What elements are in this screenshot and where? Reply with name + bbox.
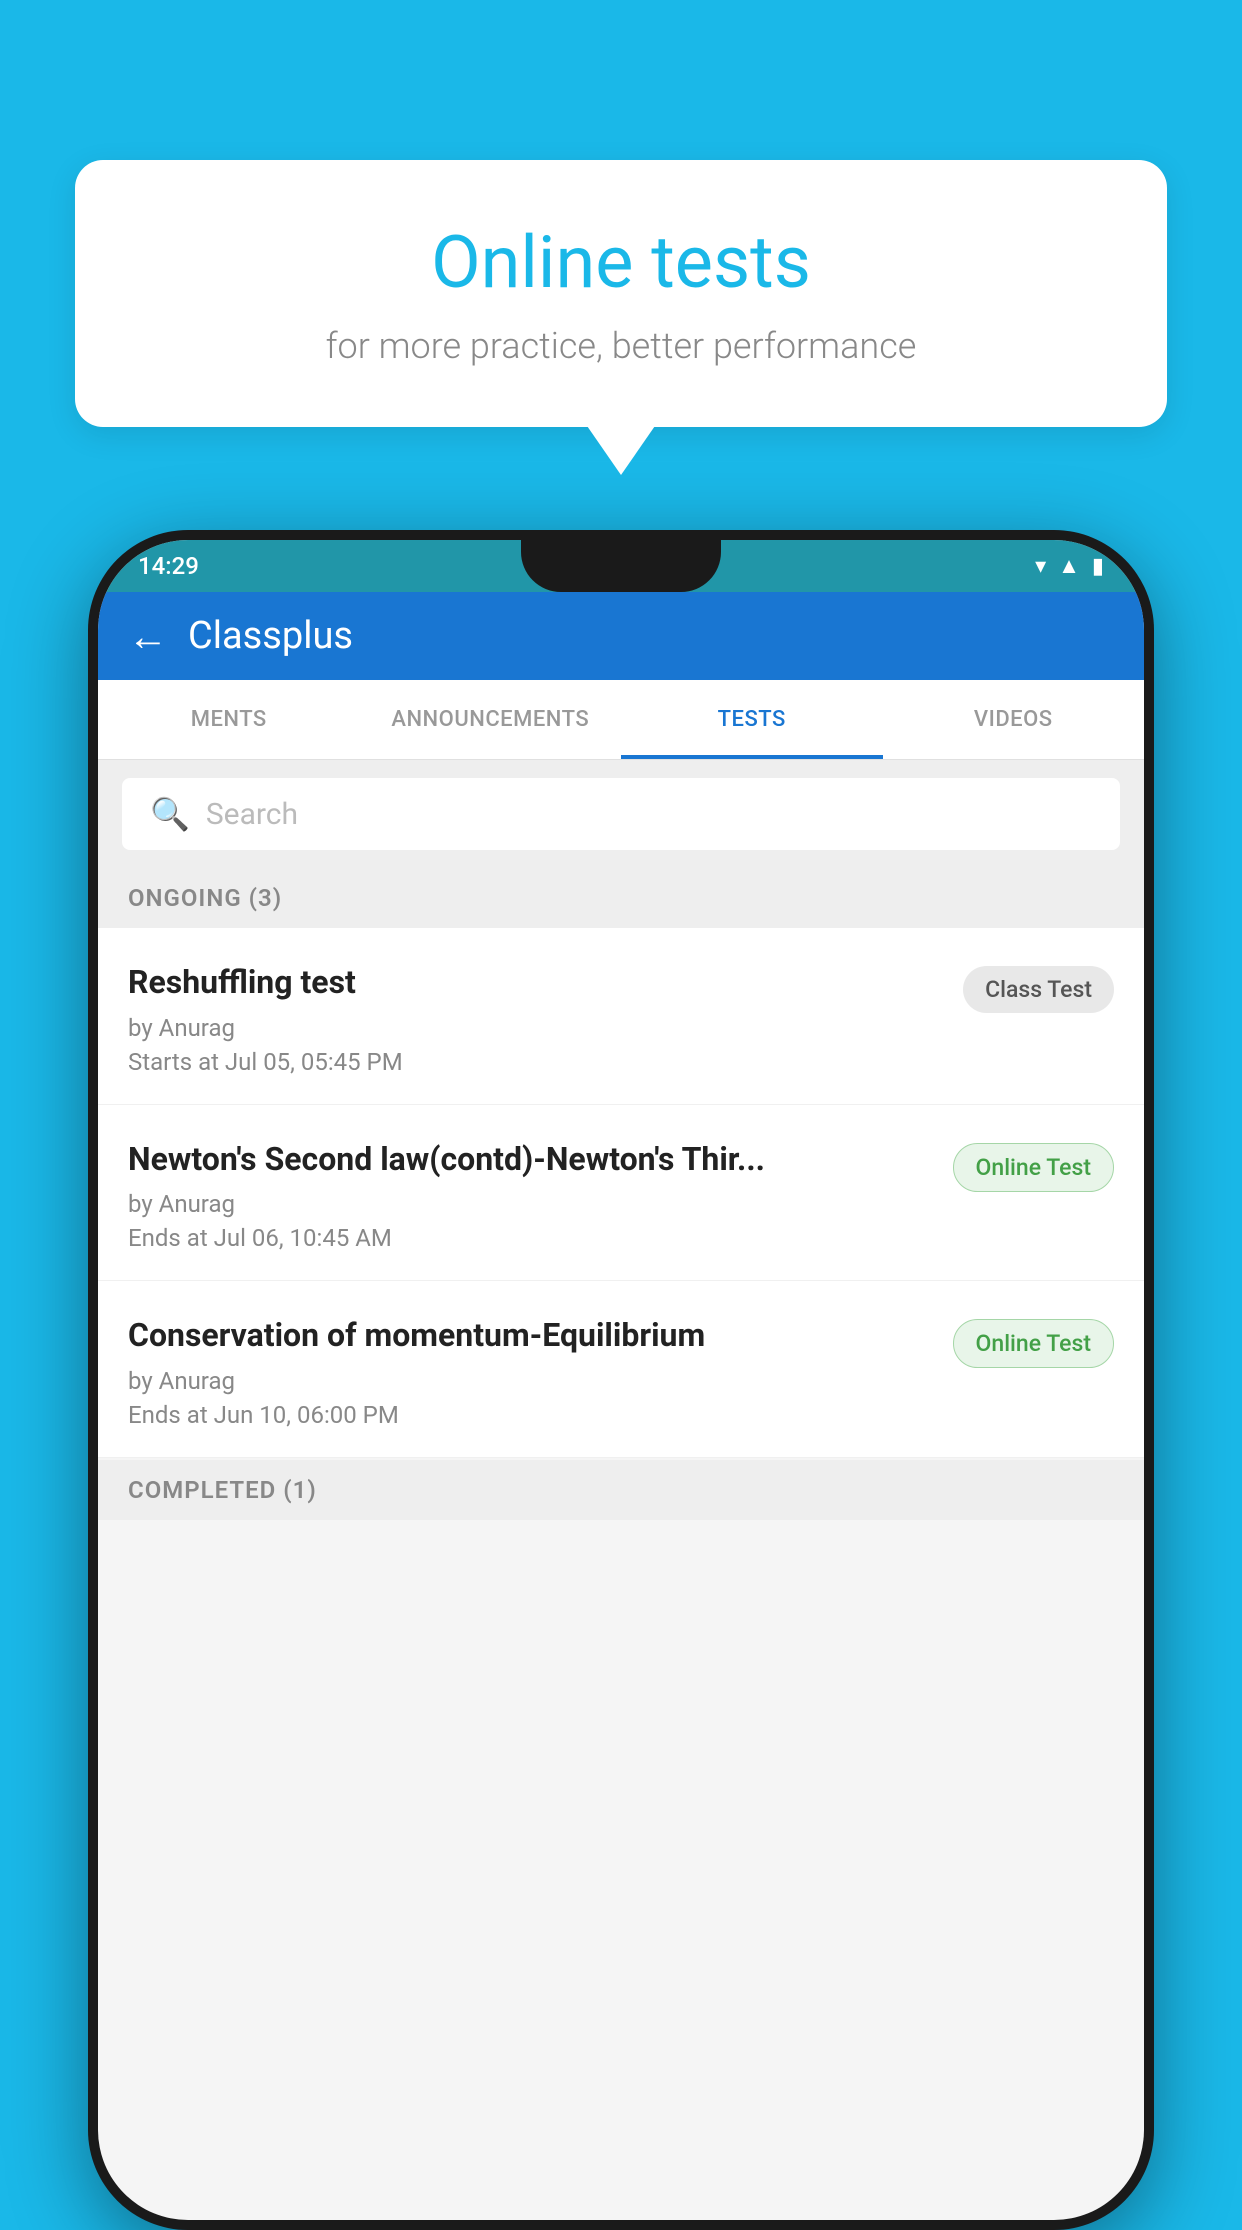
notch	[521, 540, 721, 592]
test-date-1: Starts at Jul 05, 05:45 PM	[128, 1048, 943, 1076]
tab-announcements[interactable]: ANNOUNCEMENTS	[360, 680, 622, 759]
tab-videos[interactable]: VIDEOS	[883, 680, 1145, 759]
speech-bubble: Online tests for more practice, better p…	[75, 160, 1167, 427]
tab-tests[interactable]: TESTS	[621, 680, 883, 759]
phone-frame: 14:29 ▾ ▲ ▮ ← Classplus MENTS ANNOUNCEME…	[88, 530, 1154, 2230]
test-by-1: by Anurag	[128, 1014, 943, 1042]
test-info-2: Newton's Second law(contd)-Newton's Thir…	[128, 1139, 933, 1253]
test-date-3: Ends at Jun 10, 06:00 PM	[128, 1401, 933, 1429]
phone-screen: 14:29 ▾ ▲ ▮ ← Classplus MENTS ANNOUNCEME…	[98, 540, 1144, 2220]
test-name-2: Newton's Second law(contd)-Newton's Thir…	[128, 1139, 933, 1181]
search-container: 🔍 Search	[98, 760, 1144, 868]
bubble-subtitle: for more practice, better performance	[155, 325, 1087, 367]
status-bar: 14:29 ▾ ▲ ▮	[98, 540, 1144, 592]
test-name-3: Conservation of momentum-Equilibrium	[128, 1315, 933, 1357]
tab-bar: MENTS ANNOUNCEMENTS TESTS VIDEOS	[98, 680, 1144, 760]
speech-bubble-container: Online tests for more practice, better p…	[75, 160, 1167, 427]
test-date-2: Ends at Jul 06, 10:45 AM	[128, 1224, 933, 1252]
bubble-title: Online tests	[155, 220, 1087, 305]
ongoing-section-header: ONGOING (3)	[98, 868, 1144, 928]
app-bar: ← Classplus	[98, 592, 1144, 680]
search-icon: 🔍	[150, 795, 190, 833]
ongoing-label: ONGOING (3)	[128, 884, 282, 912]
back-button[interactable]: ←	[128, 613, 168, 660]
signal-icon: ▲	[1058, 553, 1080, 579]
status-icons: ▾ ▲ ▮	[1035, 553, 1104, 579]
test-info-1: Reshuffling test by Anurag Starts at Jul…	[128, 962, 943, 1076]
test-item-1[interactable]: Reshuffling test by Anurag Starts at Jul…	[98, 928, 1144, 1105]
app-title: Classplus	[188, 614, 353, 658]
test-name-1: Reshuffling test	[128, 962, 943, 1004]
test-item-3[interactable]: Conservation of momentum-Equilibrium by …	[98, 1281, 1144, 1458]
test-list: Reshuffling test by Anurag Starts at Jul…	[98, 928, 1144, 1458]
completed-section-header: COMPLETED (1)	[98, 1460, 1144, 1520]
search-input[interactable]: 🔍 Search	[122, 778, 1120, 850]
completed-label: COMPLETED (1)	[128, 1476, 317, 1504]
test-badge-3: Online Test	[953, 1319, 1114, 1368]
test-info-3: Conservation of momentum-Equilibrium by …	[128, 1315, 933, 1429]
test-by-3: by Anurag	[128, 1367, 933, 1395]
battery-icon: ▮	[1092, 554, 1104, 579]
test-badge-2: Online Test	[953, 1143, 1114, 1192]
wifi-icon: ▾	[1035, 554, 1046, 579]
status-time: 14:29	[138, 552, 199, 580]
tab-ments[interactable]: MENTS	[98, 680, 360, 759]
test-item-2[interactable]: Newton's Second law(contd)-Newton's Thir…	[98, 1105, 1144, 1282]
test-by-2: by Anurag	[128, 1190, 933, 1218]
test-badge-1: Class Test	[963, 966, 1114, 1013]
search-placeholder: Search	[206, 797, 298, 832]
